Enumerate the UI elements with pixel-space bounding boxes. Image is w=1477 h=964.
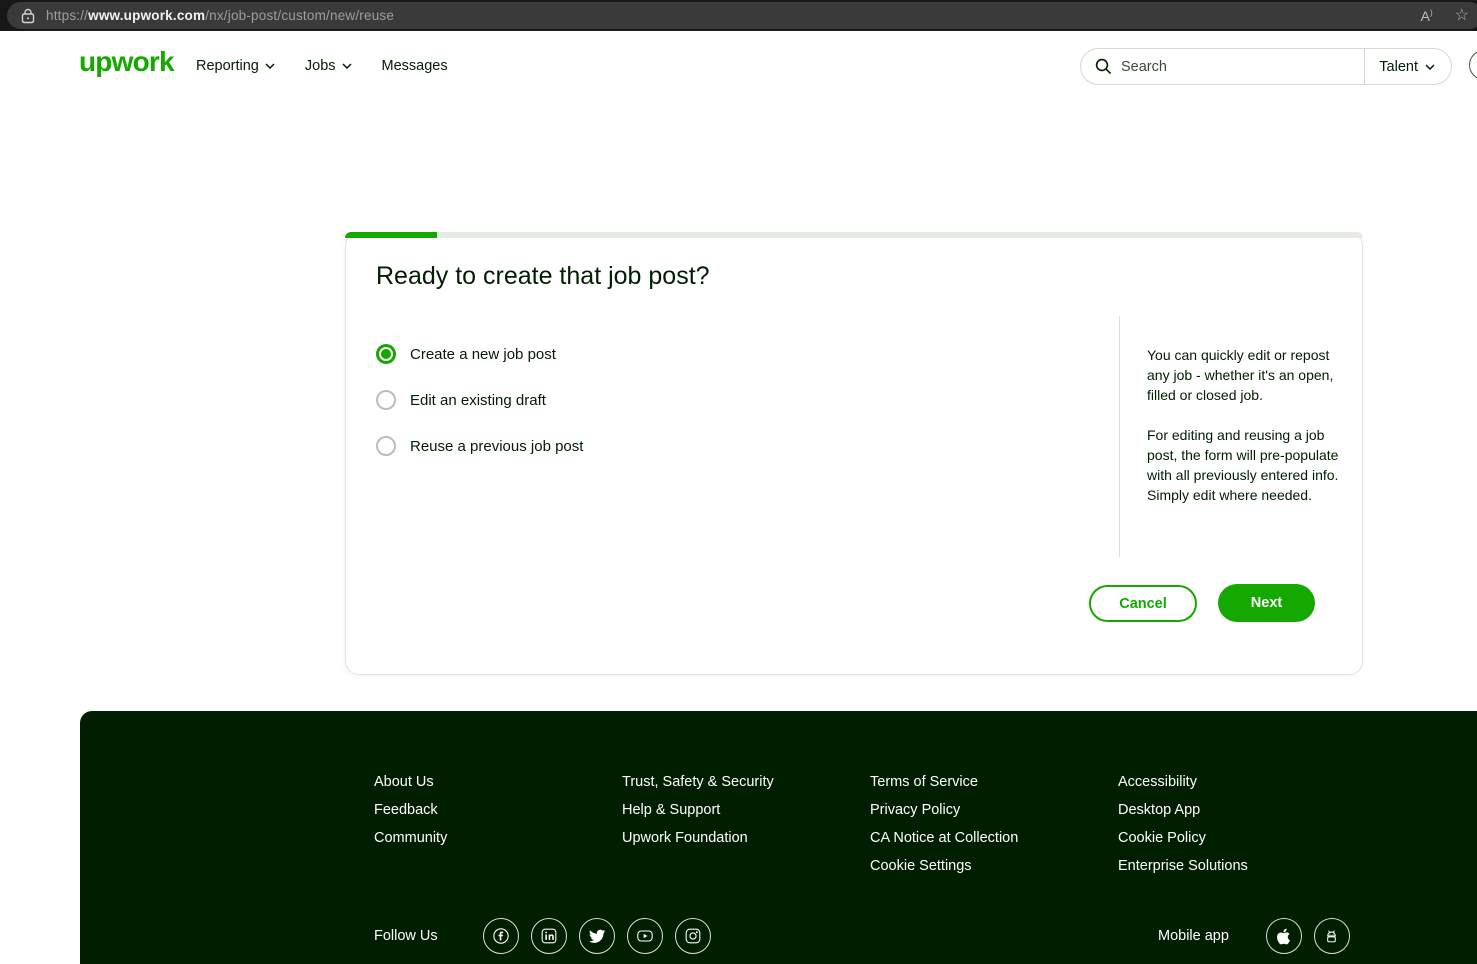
- footer-column-4: Accessibility Desktop App Cookie Policy …: [1118, 768, 1248, 880]
- footer-link-upwork-foundation[interactable]: Upwork Foundation: [622, 824, 774, 852]
- chevron-down-icon: [265, 63, 275, 69]
- apple-app-icon[interactable]: [1265, 918, 1302, 954]
- upwork-logo[interactable]: upwork: [79, 48, 175, 76]
- read-aloud-icon[interactable]: A): [1421, 8, 1433, 24]
- footer-column-1: About Us Feedback Community: [374, 768, 447, 852]
- footer-link-feedback[interactable]: Feedback: [374, 796, 447, 824]
- footer-link-terms-of-service[interactable]: Terms of Service: [870, 768, 1018, 796]
- progress-bar: [345, 232, 1363, 238]
- mobile-app-row: Mobile app: [1158, 918, 1362, 954]
- footer-link-community[interactable]: Community: [374, 824, 447, 852]
- help-icon[interactable]: [1469, 50, 1477, 80]
- info-paragraph: You can quickly edit or repost any job -…: [1147, 347, 1334, 403]
- footer-link-desktop-app[interactable]: Desktop App: [1118, 796, 1248, 824]
- info-paragraph: For editing and reusing a job post, the …: [1147, 427, 1339, 503]
- footer-link-enterprise-solutions[interactable]: Enterprise Solutions: [1118, 852, 1248, 880]
- search-input[interactable]: Search: [1081, 49, 1364, 84]
- footer-link-ca-notice[interactable]: CA Notice at Collection: [870, 824, 1018, 852]
- youtube-icon[interactable]: [626, 918, 663, 954]
- linkedin-icon[interactable]: [530, 918, 567, 954]
- mobile-app-label: Mobile app: [1158, 928, 1229, 944]
- search-icon: [1095, 58, 1112, 75]
- chevron-down-icon: [1425, 63, 1435, 70]
- next-button[interactable]: Next: [1218, 584, 1315, 622]
- nav-reporting[interactable]: Reporting: [196, 58, 275, 74]
- side-info-text: You can quickly edit or repost any job -…: [1147, 345, 1340, 505]
- radio-unselected-icon[interactable]: [376, 390, 396, 410]
- option-edit-existing-draft[interactable]: Edit an existing draft: [376, 377, 583, 423]
- footer-column-3: Terms of Service Privacy Policy CA Notic…: [870, 768, 1018, 880]
- option-create-new-job-post[interactable]: Create a new job post: [376, 331, 583, 377]
- url-text: https://www.upwork.com/nx/job-post/custo…: [46, 8, 395, 23]
- facebook-icon[interactable]: [482, 918, 519, 954]
- progress-fill: [345, 232, 437, 238]
- favorites-star-icon[interactable]: ☆: [1455, 7, 1469, 24]
- footer-link-privacy-policy[interactable]: Privacy Policy: [870, 796, 1018, 824]
- option-reuse-previous-job-post[interactable]: Reuse a previous job post: [376, 423, 583, 469]
- android-app-icon[interactable]: [1313, 918, 1350, 954]
- chevron-down-icon: [341, 63, 352, 69]
- job-post-options: Create a new job post Edit an existing d…: [376, 331, 583, 469]
- job-post-card: Ready to create that job post? Create a …: [345, 232, 1363, 675]
- follow-us-row: Follow Us: [374, 918, 723, 954]
- footer-link-accessibility[interactable]: Accessibility: [1118, 768, 1248, 796]
- upwork-job-post-page: https://www.upwork.com/nx/job-post/custo…: [0, 0, 1477, 964]
- footer-link-cookie-settings[interactable]: Cookie Settings: [870, 852, 1018, 880]
- site-footer: About Us Feedback Community Trust, Safet…: [80, 711, 1477, 964]
- search-scope-dropdown[interactable]: Talent: [1365, 49, 1451, 84]
- page-title: Ready to create that job post?: [376, 262, 710, 290]
- nav-messages[interactable]: Messages: [382, 58, 448, 74]
- lock-icon[interactable]: [21, 8, 35, 24]
- site-header: upwork Reporting Jobs Messages Search Ta…: [0, 31, 1477, 101]
- global-search: Search Talent: [1080, 48, 1452, 85]
- radio-unselected-icon[interactable]: [376, 436, 396, 456]
- twitter-icon[interactable]: [578, 918, 615, 954]
- browser-toolbar: https://www.upwork.com/nx/job-post/custo…: [0, 0, 1477, 31]
- follow-us-label: Follow Us: [374, 928, 438, 944]
- instagram-icon[interactable]: [674, 918, 711, 954]
- footer-link-trust-safety-security[interactable]: Trust, Safety & Security: [622, 768, 774, 796]
- radio-selected-icon[interactable]: [376, 344, 396, 364]
- footer-link-cookie-policy[interactable]: Cookie Policy: [1118, 824, 1248, 852]
- cancel-button[interactable]: Cancel: [1089, 585, 1197, 622]
- vertical-divider: [1119, 316, 1120, 557]
- footer-link-help-support[interactable]: Help & Support: [622, 796, 774, 824]
- footer-link-about-us[interactable]: About Us: [374, 768, 447, 796]
- main-nav: Reporting Jobs Messages: [196, 31, 448, 101]
- footer-column-2: Trust, Safety & Security Help & Support …: [622, 768, 774, 852]
- address-bar[interactable]: https://www.upwork.com/nx/job-post/custo…: [7, 2, 1477, 29]
- nav-jobs[interactable]: Jobs: [305, 58, 352, 74]
